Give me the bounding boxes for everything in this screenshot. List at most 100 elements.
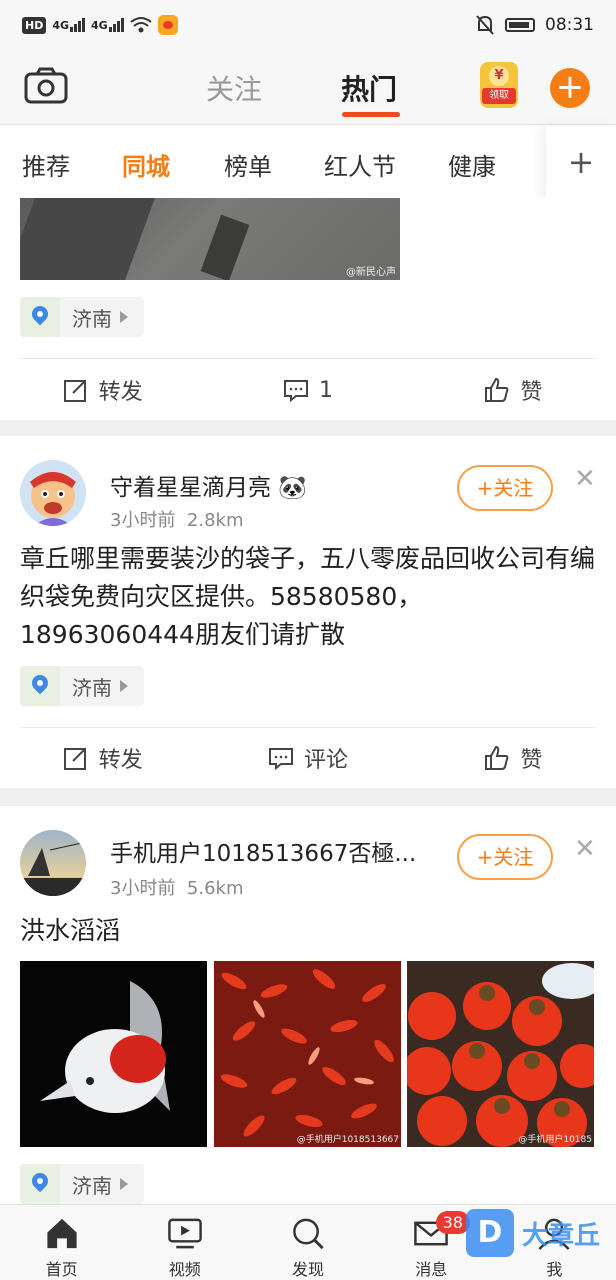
post-image-persimmons[interactable]: @手机用户10185 [407,961,594,1147]
status-bar: HD 4G 4G 08:31 [0,0,616,50]
post-image-koi[interactable]: @手机用户1018513667 [214,961,401,1147]
user-name[interactable]: 守着星星滴月亮 🐼 [110,468,307,502]
comment-label: 评论 [303,748,348,773]
chevron-right-icon [120,1178,128,1190]
post-image-goldfish[interactable] [20,961,207,1147]
chevron-right-icon [120,311,128,323]
nav-label: 消息 [415,1260,448,1279]
avatar[interactable] [20,830,86,896]
camera-icon[interactable] [24,66,68,106]
wifi-icon [130,17,152,33]
channel-tab-health[interactable]: 健康 [448,147,496,182]
repost-label: 转发 [98,748,143,773]
landscape-avatar-icon [20,841,86,896]
location-pin-icon [20,666,60,706]
location-label: 济南 [72,1173,112,1198]
follow-button[interactable]: +关注 [457,834,553,880]
nav-label: 视频 [168,1260,201,1279]
post-time: 3小时前 [110,878,176,899]
tab-hot[interactable]: 热门 [341,68,397,108]
like-button[interactable]: 赞 [411,360,616,420]
nav-label: 发现 [292,1260,325,1279]
redbag-label: 领取 [482,88,516,104]
post-image[interactable]: @新民心声 [20,198,400,280]
post-text: 章丘哪里需要装沙的袋子，五八零废品回收公司有编织袋免费向灾区提供。5858058… [20,544,596,649]
persimmons-image [407,963,594,1147]
nav-video[interactable]: 视频 [123,1205,246,1280]
signal-icon: 4G [52,18,86,32]
compose-plus-button[interactable]: + [550,68,590,108]
repost-label: 转发 [98,380,143,405]
user-name[interactable]: 手机用户1018513667否極... [110,834,416,868]
search-icon [293,1218,324,1250]
comment-button[interactable]: 1 [205,360,410,420]
image-watermark: @新民心声 [346,267,396,278]
like-label: 赞 [520,748,543,773]
site-watermark: D 大章丘 [466,1208,616,1258]
feed-card: @新民心声 济南 转发 1 赞 [0,198,616,420]
location-label: 济南 [72,306,112,331]
channel-tab-influencer[interactable]: 红人节 [324,147,396,182]
mute-bell-icon [476,15,494,35]
location-pin-icon [20,297,60,337]
cartoon-avatar-icon [30,472,76,526]
signal-icon-2: 4G [91,18,124,32]
weibo-app-icon [157,15,178,35]
post-time: 3小时前 [110,510,176,531]
follow-button[interactable]: +关注 [457,465,553,511]
feed-card: 手机用户1018513667否極... 3小时前 5.6km +关注 ✕ 洪水滔… [0,806,616,1204]
channel-tab-ranking[interactable]: 榜单 [224,147,272,182]
feed-card: 守着星星滴月亮 🐼 3小时前 2.8km +关注 ✕ 章丘哪里需要装沙的袋子，五… [0,436,616,788]
like-label: 赞 [520,380,543,405]
nav-label: 首页 [45,1260,78,1279]
repost-button[interactable]: 转发 [0,728,205,788]
post-distance: 2.8km [186,510,244,531]
add-channel-button[interactable]: + [546,125,616,199]
post-meta: 3小时前 5.6km [110,874,244,900]
image-watermark: @手机用户1018513667 [296,1135,399,1145]
channel-tab-local[interactable]: 同城 [122,147,170,182]
repost-icon [63,380,86,402]
repost-button[interactable]: 转发 [0,360,205,420]
post-actions: 转发 1 赞 [0,360,616,420]
location-tag[interactable]: 济南 [20,666,144,706]
nav-label: 我 [546,1260,563,1279]
clock: 08:31 [545,15,594,35]
thumbs-up-icon [485,745,509,770]
location-label: 济南 [72,675,112,700]
thumbs-up-icon [485,377,509,402]
tab-follow[interactable]: 关注 [206,68,262,108]
avatar[interactable] [20,460,86,526]
redbag-button[interactable]: ¥ 领取 [480,62,518,108]
like-button[interactable]: 赞 [411,728,616,788]
nav-home[interactable]: 首页 [0,1205,123,1280]
watermark-text: 大章丘 [522,1220,601,1251]
location-pin-icon [20,1164,60,1204]
close-icon[interactable]: ✕ [574,834,596,864]
comment-icon [268,748,293,771]
message-badge: 38 [435,1211,470,1234]
chevron-right-icon [120,680,128,692]
channel-tab-recommend[interactable]: 推荐 [22,147,70,182]
post-distance: 5.6km [186,878,244,899]
comment-icon [283,380,308,403]
koi-image [220,969,394,1137]
tab-hot-underline [342,112,400,117]
video-icon [168,1218,202,1249]
post-meta: 3小时前 2.8km [110,506,244,532]
nav-discover[interactable]: 发现 [246,1205,369,1280]
location-tag[interactable]: 济南 [20,1164,144,1204]
hd-indicator: HD [22,16,47,34]
comment-button[interactable]: 评论 [205,728,410,788]
comment-count: 1 [318,377,333,403]
top-header: 关注 热门 ¥ 领取 + [0,50,616,124]
location-tag[interactable]: 济南 [20,297,144,337]
yuan-coin-icon: ¥ [489,66,509,86]
home-icon [46,1218,77,1249]
battery-icon [505,18,535,32]
channel-tabs: 推荐 同城 榜单 红人节 健康 + [0,124,616,199]
post-text: 洪水滔滔 [20,916,121,945]
repost-icon [63,748,86,770]
post-actions: 转发 评论 赞 [0,728,616,788]
close-icon[interactable]: ✕ [574,464,596,494]
